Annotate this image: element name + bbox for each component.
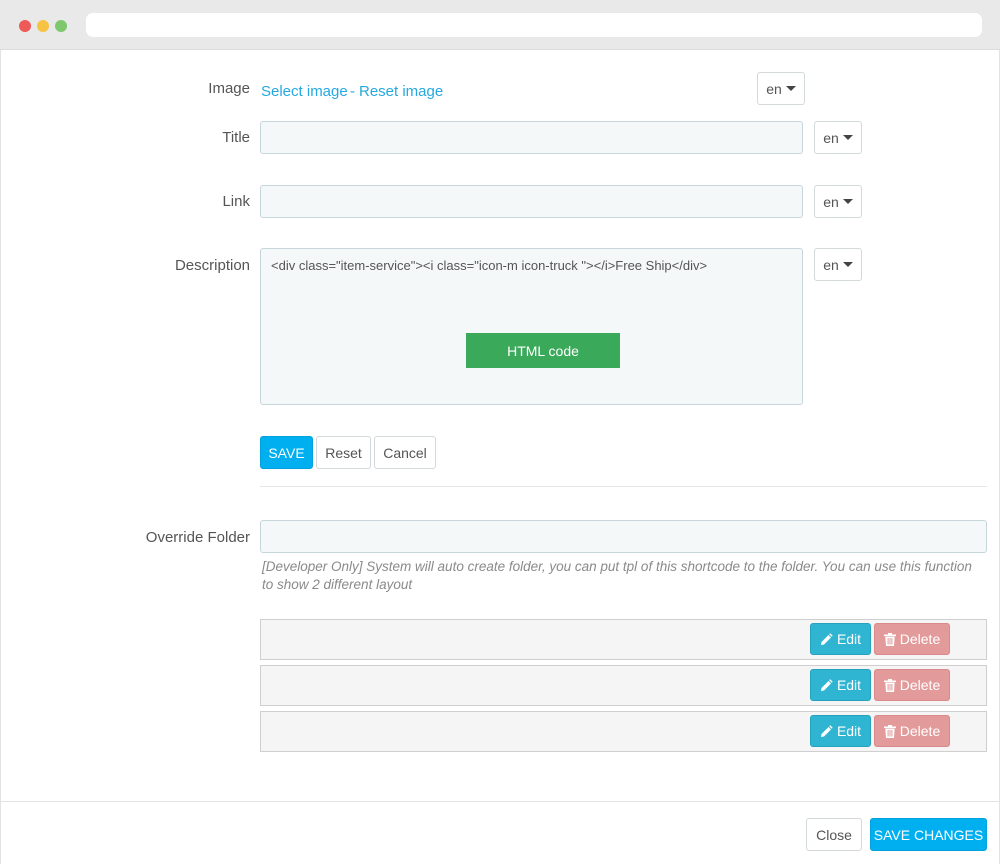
html-code-badge: HTML code <box>466 333 620 368</box>
edit-label: Edit <box>836 723 862 739</box>
description-value: <div class="item-service"><i class="icon… <box>271 258 708 273</box>
lang-label: en <box>766 80 782 97</box>
reset-image-link[interactable]: Reset image <box>359 83 443 100</box>
caret-down-icon <box>842 199 853 204</box>
minimize-window-dot[interactable] <box>37 20 49 32</box>
trash-icon <box>883 724 896 738</box>
link-label: Link <box>222 193 250 210</box>
link-lang-dropdown[interactable]: en <box>814 185 862 218</box>
title-lang-dropdown[interactable]: en <box>814 121 862 154</box>
list-item: Edit Delete <box>260 665 987 706</box>
delete-label: Delete <box>899 723 941 739</box>
edit-label: Edit <box>836 677 862 693</box>
caret-down-icon <box>842 135 853 140</box>
close-window-dot[interactable] <box>19 20 31 32</box>
edit-label: Edit <box>836 631 862 647</box>
title-label: Title <box>222 129 250 146</box>
trash-icon <box>883 632 896 646</box>
section-divider <box>260 486 987 487</box>
override-folder-input[interactable] <box>260 520 987 553</box>
delete-label: Delete <box>899 677 941 693</box>
image-label: Image <box>208 80 250 97</box>
browser-titlebar <box>0 0 1000 50</box>
select-image-link[interactable]: Select image <box>261 83 348 100</box>
lang-label: en <box>823 256 839 273</box>
lang-label: en <box>823 129 839 146</box>
delete-button[interactable]: Delete <box>874 669 950 701</box>
description-lang-dropdown[interactable]: en <box>814 248 862 281</box>
pencil-icon <box>820 632 833 646</box>
override-folder-help: [Developer Only] System will auto create… <box>262 559 972 592</box>
close-button[interactable]: Close <box>806 818 862 851</box>
save-changes-button[interactable]: SAVE CHANGES <box>870 818 987 851</box>
image-link-separator: - <box>350 83 355 100</box>
cancel-button[interactable]: Cancel <box>374 436 436 469</box>
delete-button[interactable]: Delete <box>874 715 950 747</box>
address-bar[interactable] <box>86 13 982 37</box>
edit-button[interactable]: Edit <box>810 669 871 701</box>
reset-button[interactable]: Reset <box>316 436 371 469</box>
save-button[interactable]: SAVE <box>260 436 313 469</box>
override-folder-label: Override Folder <box>145 529 250 546</box>
edit-button[interactable]: Edit <box>810 715 871 747</box>
pencil-icon <box>820 678 833 692</box>
description-label: Description <box>174 257 250 274</box>
list-item: Edit Delete <box>260 619 987 660</box>
edit-button[interactable]: Edit <box>810 623 871 655</box>
trash-icon <box>883 678 896 692</box>
footer-divider <box>0 801 1000 802</box>
lang-label: en <box>823 193 839 210</box>
caret-down-icon <box>842 262 853 267</box>
list-item: Edit Delete <box>260 711 987 752</box>
image-lang-dropdown[interactable]: en <box>757 72 805 105</box>
link-input[interactable] <box>260 185 803 218</box>
delete-button[interactable]: Delete <box>874 623 950 655</box>
maximize-window-dot[interactable] <box>55 20 67 32</box>
caret-down-icon <box>785 86 796 91</box>
pencil-icon <box>820 724 833 738</box>
title-input[interactable] <box>260 121 803 154</box>
delete-label: Delete <box>899 631 941 647</box>
